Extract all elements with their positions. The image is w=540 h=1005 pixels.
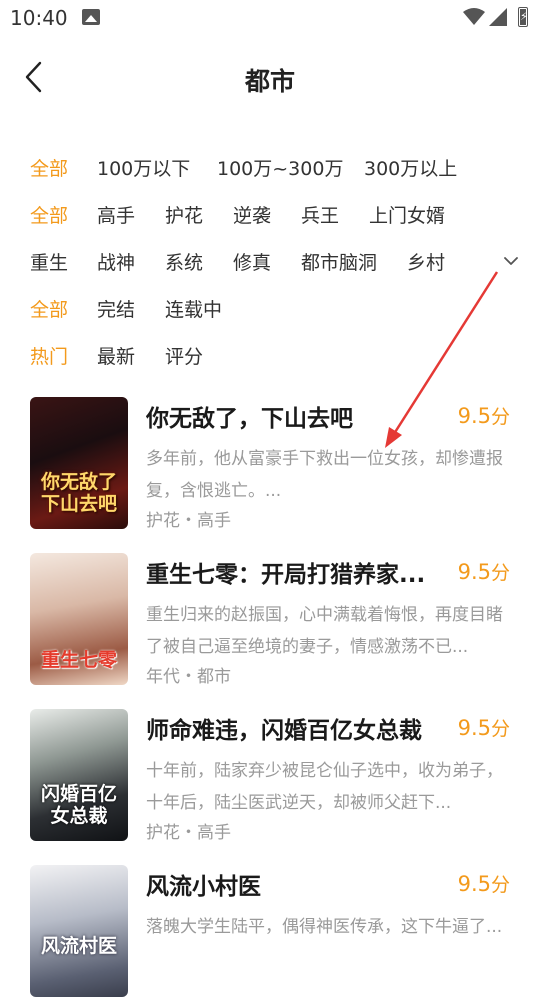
status-bar: 10:40 ⚡	[0, 0, 540, 38]
sort-rating[interactable]: 评分	[165, 342, 203, 369]
filter-status-all[interactable]: 全部	[30, 295, 68, 322]
book-list-item[interactable]: 风流村医 风流小村医 9.5分 落魄大学生陆平，偶得神医传承，这下牛逼了...	[30, 865, 520, 1005]
book-rating: 9.5分	[458, 558, 510, 585]
filter-category-expert[interactable]: 高手	[97, 201, 135, 228]
book-tags: 护花・高手	[146, 823, 231, 843]
book-list-item[interactable]: 重生七零 重生七零：开局打猎养家... 9.5分 重生归来的赵振国，心中满载着悔…	[30, 553, 520, 693]
book-cover: 你无敌了下山去吧	[30, 397, 128, 529]
rating-value: 9.5	[457, 404, 491, 428]
book-cover: 重生七零	[30, 553, 128, 685]
rating-value: 9.5	[457, 872, 491, 896]
rating-unit: 分	[490, 874, 510, 896]
filter-category-village[interactable]: 乡村	[407, 248, 445, 275]
filter-category-rebirth[interactable]: 重生	[30, 248, 68, 275]
rating-unit: 分	[490, 406, 510, 428]
filter-category-urban-fantasy[interactable]: 都市脑洞	[301, 248, 377, 275]
book-cover-text: 风流村医	[40, 935, 117, 957]
book-list-item[interactable]: 你无敌了下山去吧 你无敌了，下山去吧 9.5分 多年前，他从富豪手下救出一位女孩…	[30, 397, 520, 537]
chevron-down-icon[interactable]	[500, 250, 522, 272]
book-cover: 闪婚百亿女总裁	[30, 709, 128, 841]
book-title: 重生七零：开局打猎养家...	[146, 562, 426, 588]
rating-value: 9.5	[457, 716, 491, 740]
filter-status-completed[interactable]: 完结	[97, 295, 135, 322]
filter-word-count-all[interactable]: 全部	[30, 154, 68, 181]
book-description: 十年前，陆家弃少被昆仑仙子选中，收为弟子，十年后，陆尘医武逆天，却被师父赶下..…	[146, 761, 503, 813]
wifi-icon	[463, 8, 485, 25]
sort-popular[interactable]: 热门	[30, 342, 68, 369]
filter-word-count-under-1m[interactable]: 100万以下	[97, 154, 190, 181]
rating-unit: 分	[490, 562, 510, 584]
gallery-icon	[82, 9, 100, 25]
cellular-signal-icon	[489, 8, 507, 26]
filter-category-son-in-law[interactable]: 上门女婿	[369, 201, 445, 228]
filter-category-all[interactable]: 全部	[30, 201, 68, 228]
book-tags: 年代・都市	[146, 667, 231, 687]
filter-category-soldier-king[interactable]: 兵王	[301, 201, 339, 228]
book-description: 落魄大学生陆平，偶得神医传承，这下牛逼了...	[146, 917, 503, 937]
filter-status-ongoing[interactable]: 连载中	[165, 295, 222, 322]
book-cover-text: 闪婚百亿女总裁	[40, 783, 117, 827]
filter-category-system[interactable]: 系统	[165, 248, 203, 275]
filter-category-cultivation[interactable]: 修真	[233, 248, 271, 275]
book-rating: 9.5分	[458, 714, 510, 741]
book-description: 重生归来的赵振国，心中满载着悔恨，再度目睹了被自己逼至绝境的妻子，情感激荡不已.…	[146, 605, 503, 657]
book-title: 你无敌了，下山去吧	[146, 406, 353, 432]
page-title: 都市	[244, 67, 295, 96]
book-tags: 护花・高手	[146, 511, 231, 531]
book-list-item[interactable]: 闪婚百亿女总裁 师命难违，闪婚百亿女总裁 9.5分 十年前，陆家弃少被昆仑仙子选…	[30, 709, 520, 849]
book-rating: 9.5分	[458, 402, 510, 429]
book-cover-text: 你无敌了下山去吧	[40, 471, 117, 515]
filter-category-comeback[interactable]: 逆袭	[233, 201, 271, 228]
book-title: 风流小村医	[146, 874, 261, 900]
sort-latest[interactable]: 最新	[97, 342, 135, 369]
filter-word-count-over-3m[interactable]: 300万以上	[364, 154, 457, 181]
status-time: 10:40	[10, 6, 68, 30]
book-cover-text: 重生七零	[40, 649, 117, 671]
battery-charging-icon: ⚡	[518, 7, 528, 27]
nav-bar: 都市	[0, 50, 540, 106]
filter-word-count-1m-3m[interactable]: 100万~300万	[217, 154, 343, 181]
book-cover: 风流村医	[30, 865, 128, 997]
filter-category-war-god[interactable]: 战神	[97, 248, 135, 275]
rating-value: 9.5	[457, 560, 491, 584]
book-description: 多年前，他从富豪手下救出一位女孩，却惨遭报复，含恨逃亡。...	[146, 449, 503, 501]
book-title: 师命难违，闪婚百亿女总裁	[146, 718, 422, 744]
book-rating: 9.5分	[458, 870, 510, 897]
rating-unit: 分	[490, 718, 510, 740]
filter-category-protector[interactable]: 护花	[165, 201, 203, 228]
